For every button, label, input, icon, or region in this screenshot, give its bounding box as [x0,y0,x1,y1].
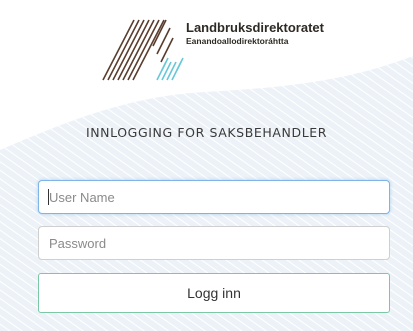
brand-logo: Landbruksdirektoratet Eanandoallodirekto… [100,18,340,82]
landbruksdirektoratet-logo-icon [102,19,184,81]
password-input[interactable] [38,226,390,260]
brand-title: Landbruksdirektoratet [186,20,324,35]
brand-subtitle: Eanandoallodirektoráhtta [186,36,289,46]
login-button[interactable]: Logg inn [38,273,390,313]
text-caret [48,189,49,205]
login-heading: INNLOGGING FOR SAKSBEHANDLER [85,125,328,140]
username-input[interactable] [38,180,390,214]
